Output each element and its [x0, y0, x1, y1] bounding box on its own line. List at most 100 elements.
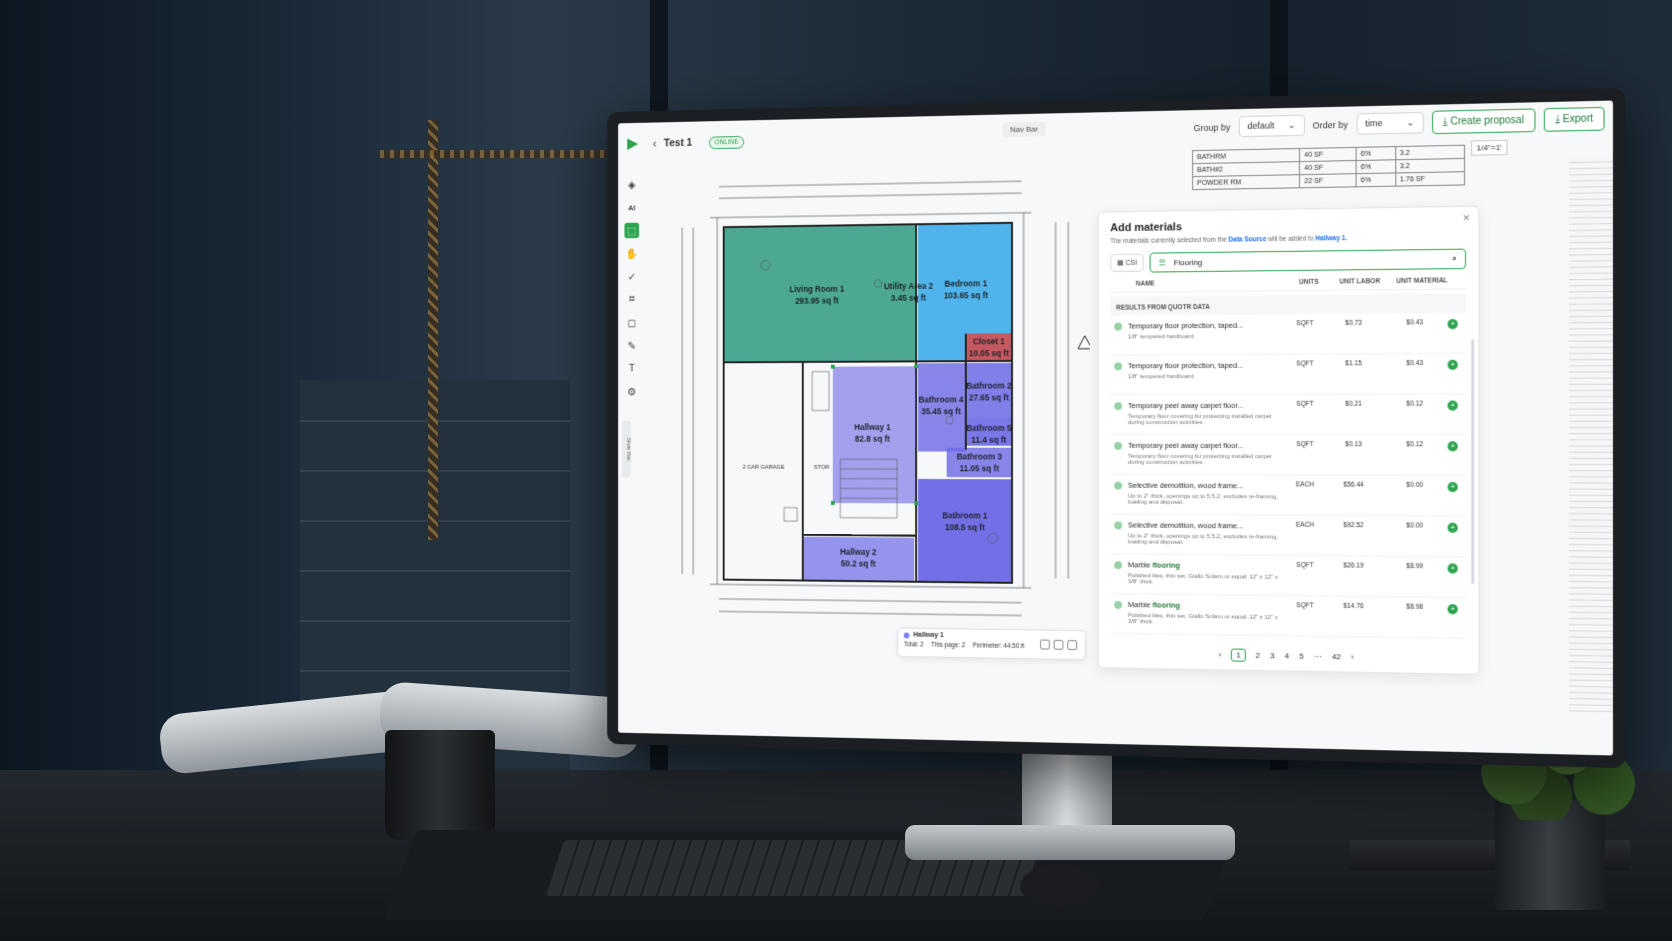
select-icon[interactable]: ⬚	[624, 222, 640, 239]
room-area-bathroom-3: 11.05 sq ft	[960, 464, 1000, 473]
chevron-down-icon: ⌄	[1406, 117, 1415, 128]
room-area-bathroom-1: 108.5 sq ft	[945, 523, 985, 532]
shape-icon[interactable]: ◻	[624, 315, 639, 330]
search-value: Flooring	[1173, 257, 1203, 267]
material-unit-material: $0.00	[1406, 481, 1424, 489]
room-label-bathroom-1: Bathroom 1	[942, 511, 988, 520]
page-button[interactable]: 3	[1270, 651, 1274, 660]
material-row[interactable]: Temporary floor protection, taped... 1/8"…	[1110, 353, 1467, 396]
material-row[interactable]: Temporary peel away carpet floor... Tempo…	[1110, 434, 1467, 476]
order-by-select[interactable]: time ⌄	[1356, 111, 1424, 135]
table-cell: 6%	[1356, 146, 1396, 161]
page-button[interactable]: 42	[1332, 652, 1341, 661]
page-button[interactable]: 4	[1285, 651, 1289, 660]
add-material-icon[interactable]: +	[1447, 400, 1458, 411]
close-icon[interactable]: ✕	[1462, 213, 1470, 224]
material-unit-labor: $92.52	[1343, 521, 1364, 530]
material-info: Temporary peel away carpet floor... Tempo…	[1128, 401, 1285, 426]
material-unit-labor: $0.21	[1345, 400, 1362, 408]
add-material-icon[interactable]: +	[1447, 522, 1458, 533]
table-cell: 22 SF	[1299, 173, 1357, 188]
room-area-bathroom-4: 35.45 sq ft	[921, 407, 961, 416]
create-proposal-button[interactable]: ⤓ Create proposal	[1431, 108, 1536, 135]
hand-icon[interactable]: ✋	[624, 246, 639, 262]
trash-icon[interactable]	[1067, 639, 1078, 651]
column-header: NAME	[1135, 280, 1155, 288]
material-name-text: Marble	[1127, 600, 1153, 610]
table-cell: 40 SF	[1299, 147, 1357, 162]
material-unit-material: $8.99	[1406, 562, 1424, 571]
page-button[interactable]: 5	[1299, 652, 1303, 661]
page-button[interactable]: 1	[1231, 648, 1246, 662]
material-list: Temporary floor protection, taped... 1/8"…	[1110, 312, 1467, 639]
table-cell: 6%	[1356, 172, 1396, 187]
material-name-text: Temporary floor protection, taped...	[1127, 320, 1244, 331]
material-row[interactable]: Marble flooring Polished tiles, thin set,…	[1110, 593, 1467, 639]
ai-icon[interactable]: AI	[624, 200, 639, 216]
group-by-select[interactable]: default ⌄	[1238, 114, 1305, 138]
app-screen: ‹ Test 1 ONLINE Nav Bar Group by default…	[618, 100, 1613, 756]
add-material-icon[interactable]: +	[1447, 563, 1458, 574]
text-icon[interactable]: T	[624, 361, 639, 376]
back-chevron-icon[interactable]: ‹	[653, 137, 657, 151]
table-cell: 6%	[1356, 159, 1396, 174]
room-label-utility-area-2: Utility Area 2	[884, 282, 933, 292]
add-material-icon[interactable]: +	[1447, 359, 1458, 370]
next-page-button[interactable]: ›	[1351, 652, 1354, 661]
material-row[interactable]: Marble flooring Polished tiles, thin set,…	[1110, 554, 1467, 599]
nav-bar-toggle[interactable]: Nav Bar	[1002, 121, 1046, 138]
add-material-icon[interactable]: +	[1447, 441, 1458, 452]
order-by-value: time	[1365, 117, 1383, 129]
check-icon[interactable]: ✓	[624, 269, 639, 285]
selection-name-text: Hallway 1	[913, 631, 944, 640]
search-input[interactable]: ☰ Flooring ⌕	[1149, 248, 1467, 273]
finish-schedule-table: BATHRM 40 SF 6% 3.2 BATH#2 40 SF 6% 3.2 …	[1192, 145, 1465, 190]
stat-this-page: This page: 2	[931, 641, 966, 650]
add-material-icon[interactable]: +	[1447, 604, 1458, 615]
material-description: 1/8" tempered hardboard.	[1127, 334, 1196, 341]
square-icon[interactable]	[1040, 639, 1050, 650]
floor-plan[interactable]: Living Room 1 293.95 sq ft Utility Area …	[673, 162, 1090, 638]
prev-page-button[interactable]: ‹	[1219, 650, 1222, 659]
add-material-icon[interactable]: +	[1447, 319, 1458, 330]
material-name: Temporary floor protection, taped...	[1127, 320, 1285, 331]
search-icon[interactable]: ⌕	[1452, 254, 1457, 264]
material-info: Marble flooring Polished tiles, thin set,…	[1128, 560, 1285, 587]
add-material-icon[interactable]: +	[1447, 481, 1458, 493]
material-description: Up to 2" thick, openings up to 5.5.2; ex…	[1127, 533, 1278, 546]
crop-icon[interactable]: ⌗	[624, 292, 639, 307]
settings-icon[interactable]: ⚙	[624, 384, 639, 399]
target-room-link[interactable]: Hallway 1.	[1315, 235, 1347, 242]
material-unit-material: $0.43	[1406, 359, 1424, 368]
material-name: Selective demolition, wood frame...	[1128, 521, 1285, 531]
app-logo-icon[interactable]	[627, 138, 638, 150]
material-info: Selective demolition, wood frame... Up to…	[1128, 481, 1285, 507]
compass-icon	[1078, 336, 1090, 349]
pagination: ‹ 1 2 3 4 5 ··· 42 ›	[1099, 646, 1479, 665]
layers-icon[interactable]: ◈	[624, 177, 639, 193]
edit-icon[interactable]: ✎	[624, 338, 639, 353]
material-row[interactable]: Selective demolition, wood frame... Up to…	[1110, 514, 1467, 558]
material-name-text: Marble	[1127, 560, 1153, 570]
material-description: Polished tiles, thin set, Giallo Solaro …	[1127, 613, 1278, 626]
material-row[interactable]: Temporary peel away carpet floor... Tempo…	[1110, 394, 1467, 436]
scrollbar[interactable]	[1471, 339, 1475, 585]
material-row[interactable]: Temporary floor protection, taped... 1/8"…	[1110, 312, 1467, 356]
copy-icon[interactable]	[1053, 639, 1064, 650]
data-source-link[interactable]: Data Source	[1228, 236, 1266, 244]
material-name-highlight: flooring	[1152, 600, 1181, 610]
export-button[interactable]: ⤓ Export	[1543, 106, 1605, 132]
material-row[interactable]: Selective demolition, wood frame... Up to…	[1110, 474, 1467, 517]
material-unit-material: $0.00	[1406, 522, 1424, 530]
material-tag-icon	[1114, 402, 1123, 411]
sidebar-toggle[interactable]: Slide Bar	[621, 420, 631, 478]
room-label-hallway-1: Hallway 1	[854, 423, 891, 432]
csi-label: CSI	[1125, 259, 1137, 267]
floor-plan-canvas[interactable]: Living Room 1 293.95 sq ft Utility Area …	[673, 162, 1090, 638]
room-label-closet-1: Closet 1	[973, 337, 1005, 346]
monitor-base	[905, 825, 1235, 860]
csi-filter-button[interactable]: ▦ CSI	[1110, 253, 1144, 273]
scale-select[interactable]: 1/4"=1'	[1471, 139, 1508, 156]
order-by-label: Order by	[1312, 119, 1348, 131]
page-button[interactable]: 2	[1256, 651, 1260, 660]
